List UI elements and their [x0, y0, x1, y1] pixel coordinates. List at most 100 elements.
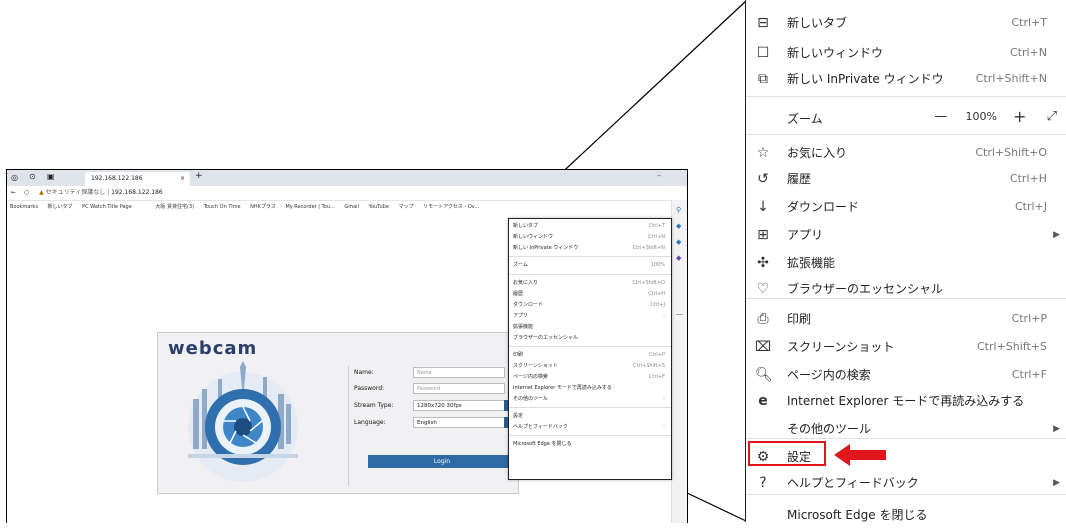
sm-label: 印刷 [513, 352, 524, 358]
minimize-icon[interactable]: – [657, 171, 661, 180]
zoom-level: 100% [965, 110, 997, 123]
sm-shortcut: 100% [650, 262, 665, 268]
tab-close-icon[interactable]: × [180, 172, 185, 186]
name-input[interactable]: Name [413, 367, 505, 378]
stream-type-label: Stream Type: [354, 402, 394, 409]
new-tab-button[interactable]: + [195, 171, 203, 181]
sm-item[interactable]: Internet Explorer モードで再読み込みする [513, 383, 669, 393]
sm-shortcut: Ctrl+Shift+S [633, 363, 665, 369]
office-icon[interactable]: ◆ [676, 254, 681, 262]
settings-highlight-box [748, 441, 826, 466]
password-input[interactable]: Password [413, 383, 505, 394]
sm-label: 新しいウィンドウ [513, 234, 554, 240]
chevron-right-icon: ▶ [1053, 230, 1060, 240]
bookmark-item[interactable]: Touch On Time [204, 204, 241, 210]
bookmark-item[interactable]: 大阪 賃貸住宅(3) [155, 204, 194, 210]
sidebar-add-icon[interactable]: — [676, 310, 683, 318]
sm-item[interactable]: Microsoft Edge を閉じる [513, 439, 669, 449]
apps-icon: ⊞ [757, 227, 769, 243]
sm-item[interactable]: 新しいタブ Ctrl+T [513, 221, 669, 231]
browser-thumbnail: ◎ ⊙ ▣ 192.168.122.186 × + – ← ○ ▲ セキュリティ… [6, 169, 688, 523]
menu-shortcut: Ctrl+Shift+N [975, 72, 1047, 85]
bookmark-item[interactable]: マップ [399, 204, 414, 210]
menu-item-close-edge[interactable]: Microsoft Edge を閉じる [746, 500, 1066, 530]
language-label: Language: [354, 419, 386, 426]
menu-item-more-tools[interactable]: その他のツール ▶ [746, 414, 1066, 444]
zoom-out-button[interactable]: — [934, 109, 947, 124]
sm-item[interactable]: 新しい InPrivate ウィンドウ Ctrl+Shift+N [513, 243, 669, 253]
language-select[interactable]: English [413, 417, 505, 428]
bookmark-item[interactable]: NHKプラス [250, 204, 276, 210]
tab-active[interactable]: 192.168.122.186 × [85, 172, 190, 186]
screenshot-icon: ⌧ [755, 339, 772, 355]
menu-shortcut: Ctrl+Shift+S [977, 340, 1047, 353]
login-panel: webcam Name: Name Password: Password Str… [157, 332, 519, 494]
zoom-in-button[interactable]: + [1013, 107, 1026, 126]
sm-item[interactable]: 印刷 Ctrl+P [513, 350, 669, 360]
bookmark-item[interactable]: Gmail [344, 204, 359, 210]
menu-item-screenshot[interactable]: ⌧ スクリーンショット Ctrl+Shift+S [746, 332, 1066, 362]
sm-shortcut: Ctrl+P [648, 352, 665, 358]
internet-explorer-icon: e [758, 393, 768, 409]
menu-label: ヘルプとフィードバック [787, 476, 919, 490]
sm-item[interactable]: ダウンロード Ctrl+J [513, 300, 669, 310]
sm-item[interactable]: 新しいウィンドウ Ctrl+N [513, 232, 669, 242]
back-icon[interactable]: ← [11, 189, 16, 196]
sm-item[interactable]: アプリ › [513, 311, 669, 321]
bookmarks-bar: Bookmarks 新しいタブ PC Watch Title Page 大阪 賃… [7, 201, 507, 213]
sm-item[interactable]: ズーム 100% [513, 260, 669, 270]
menu-shortcut: Ctrl+P [1011, 312, 1047, 325]
menu-item-new-tab[interactable]: ⊟ 新しいタブ Ctrl+T [746, 8, 1066, 38]
sm-label: ページ内の検索 [513, 374, 548, 380]
bookmark-item[interactable]: YouTube [369, 204, 389, 210]
bookmark-item[interactable]: PC Watch Title Page [82, 204, 132, 210]
menu-item-downloads[interactable]: ↓ ダウンロード Ctrl+J [746, 192, 1066, 222]
menu-label: その他のツール [787, 422, 872, 436]
menu-item-history[interactable]: ↺ 履歴 Ctrl+H [746, 164, 1066, 194]
sm-item[interactable]: スクリーンショット Ctrl+Shift+S [513, 361, 669, 371]
fullscreen-icon[interactable]: ⤢ [1047, 109, 1057, 124]
security-warning: セキュリティ保護なし [45, 189, 106, 196]
menu-item-print[interactable]: ⎙ 印刷 Ctrl+P [746, 304, 1066, 334]
sm-item[interactable]: ヘルプとフィードバック › [513, 422, 669, 432]
refresh-icon[interactable]: ○ [24, 189, 29, 196]
menu-item-ie-mode[interactable]: e Internet Explorer モードで再読み込みする [746, 386, 1066, 416]
sm-item[interactable]: お気に入り Ctrl+Shift+O [513, 278, 669, 288]
workspace-icon[interactable]: ▣ [47, 172, 55, 181]
bookmark-item[interactable]: リモートアクセス - Ov... [423, 204, 479, 210]
password-label: Password: [354, 385, 385, 392]
sm-item[interactable]: 履歴 Ctrl+H [513, 289, 669, 299]
menu-label: ズーム [787, 112, 823, 126]
sm-item[interactable]: 設定 [513, 411, 669, 421]
tab-actions-icon[interactable]: ⊙ [29, 172, 36, 181]
address-bar[interactable]: ← ○ ▲ セキュリティ保護なし | 192.168.122.186 [7, 186, 687, 201]
menu-item-essentials[interactable]: ♡ ブラウザーのエッセンシャル [746, 274, 1066, 304]
search-icon[interactable]: ⚲ [676, 206, 681, 214]
sm-item[interactable]: ブラウザーのエッセンシャル [513, 333, 669, 343]
shopping-icon[interactable]: ◆ [676, 222, 681, 230]
webcam-logo: webcam [168, 338, 258, 359]
download-icon: ↓ [757, 199, 769, 215]
sm-item[interactable]: その他のツール › [513, 394, 669, 404]
bookmark-item[interactable]: 新しいタブ [48, 204, 73, 210]
login-button[interactable]: Login [368, 455, 516, 468]
chevron-right-icon: ▶ [1053, 424, 1060, 434]
stream-type-select[interactable]: 1280x720 30fps [413, 400, 505, 411]
sm-item[interactable]: 拡張機能 [513, 322, 669, 332]
menu-label: Internet Explorer モードで再読み込みする [787, 394, 1025, 408]
bookmark-item[interactable]: Bookmarks [10, 204, 38, 210]
bookmark-item[interactable]: My Recorder | Tou... [285, 204, 334, 210]
menu-item-apps[interactable]: ⊞ アプリ ▶ [746, 220, 1066, 250]
city-aperture-illustration [188, 361, 298, 482]
divider [348, 366, 349, 486]
menu-label: 拡張機能 [787, 256, 836, 270]
sm-label: その他のツール [513, 396, 549, 402]
sm-item[interactable]: ページ内の検索 Ctrl+F [513, 372, 669, 382]
sm-label: ブラウザーのエッセンシャル [513, 335, 579, 341]
url-text[interactable]: 192.168.122.186 [111, 189, 163, 196]
warning-icon: ▲ [39, 189, 44, 196]
menu-item-new-inprivate[interactable]: ⧉ 新しい InPrivate ウィンドウ Ctrl+Shift+N [746, 64, 1066, 94]
sm-shortcut: Ctrl+T [648, 223, 665, 229]
tools-icon[interactable]: ◆ [676, 238, 681, 246]
menu-label: 印刷 [787, 312, 812, 326]
